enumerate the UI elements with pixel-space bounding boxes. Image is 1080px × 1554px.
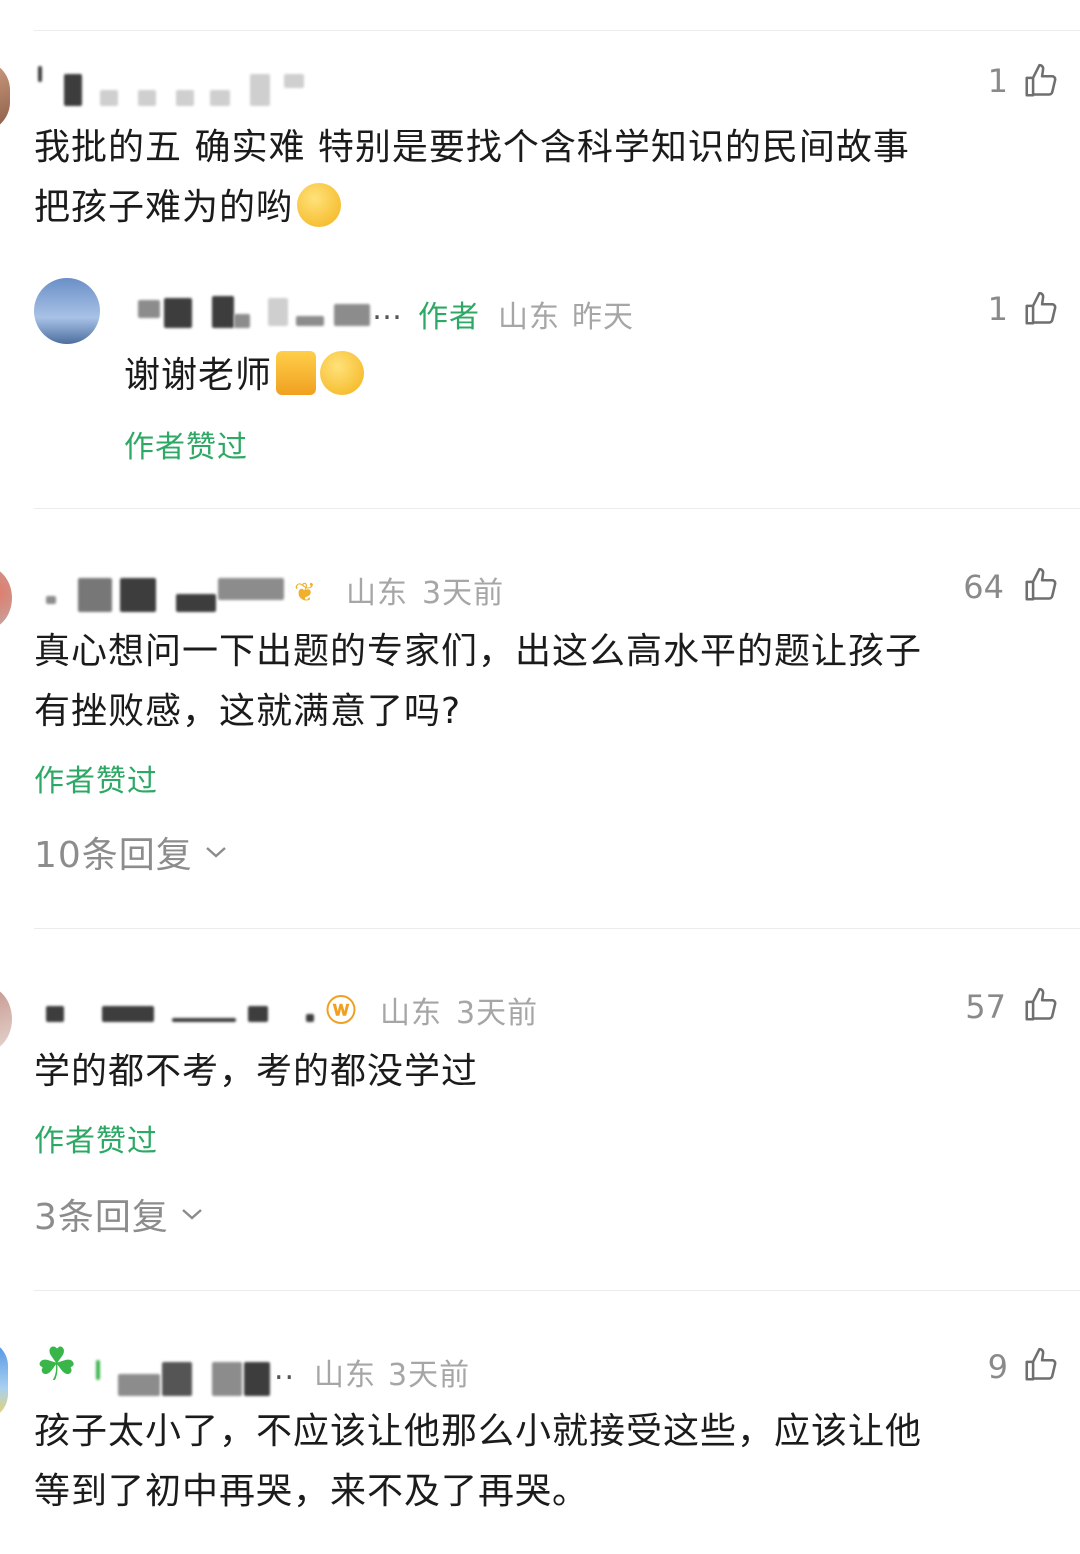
divider <box>34 1290 1080 1291</box>
chevron-down-icon <box>206 847 226 858</box>
view-replies-button[interactable]: 3条回复 <box>34 1188 205 1240</box>
thumbs-up-icon[interactable] <box>1022 986 1060 1024</box>
divider <box>34 508 1080 509</box>
thumbs-up-emoji-icon <box>276 351 317 395</box>
timestamp: 3天前 <box>388 1358 471 1393</box>
replies-label: 10条回复 <box>34 835 193 876</box>
view-replies-button[interactable]: 10条回复 <box>34 826 229 878</box>
like-count: 57 <box>965 988 1006 1026</box>
thumbs-up-icon[interactable] <box>1022 62 1060 100</box>
thumbs-up-icon[interactable] <box>1022 1346 1060 1384</box>
comment-text-line-2: 把孩子难为的哟 <box>34 178 342 238</box>
location: 山东 <box>346 576 408 611</box>
grin-emoji-icon <box>320 351 365 395</box>
avatar[interactable] <box>0 60 10 132</box>
location: 山东 <box>314 1358 376 1393</box>
location: 山东 <box>498 300 560 335</box>
replies-label: 3条回复 <box>34 1197 169 1238</box>
timestamp: 昨天 <box>572 300 634 335</box>
thumbs-up-icon[interactable] <box>1022 290 1060 328</box>
avatar[interactable] <box>0 1340 8 1420</box>
clover-icon: ☘ <box>36 1337 78 1391</box>
divider <box>34 928 1080 929</box>
reply-text: 谢谢老师 <box>124 346 365 406</box>
avatar[interactable] <box>0 566 12 630</box>
timestamp: 3天前 <box>456 996 539 1031</box>
avatar[interactable] <box>0 986 12 1052</box>
divider <box>34 30 1080 31</box>
username-ellipsis: … <box>372 292 403 327</box>
username-ellipsis: .. <box>274 1352 296 1387</box>
liked-by-author-label: 作者赞过 <box>124 430 248 465</box>
comment-text-line-1: 我批的五 确实难 特别是要找个含科学知识的民间故事 <box>34 127 910 168</box>
vip-badge-icon: ⓦ <box>326 994 356 1029</box>
comment-text-line-2: 有挫败感，这就满意了吗? <box>34 691 462 732</box>
liked-by-author-label: 作者赞过 <box>34 1124 158 1159</box>
author-avatar[interactable] <box>34 278 100 344</box>
thumbs-up-icon[interactable] <box>1022 566 1060 604</box>
comment-text-line-1: 学的都不考，考的都没学过 <box>34 1051 479 1092</box>
like-count: 64 <box>963 568 1004 606</box>
reply-text-content: 谢谢老师 <box>124 355 273 396</box>
comment-text-line-1: 真心想问一下出题的专家们，出这么高水平的题让孩子 <box>34 631 923 672</box>
comment-text-line-1: 孩子太小了，不应该让他那么小就接受这些，应该让他 <box>34 1411 923 1452</box>
like-count: 1 <box>987 62 1008 100</box>
location: 山东 <box>380 996 442 1031</box>
facepalm-laugh-emoji-icon <box>297 183 342 227</box>
like-count: 1 <box>987 290 1008 328</box>
crown-badge-icon: ❦ <box>294 578 316 608</box>
author-tag: 作者 <box>418 300 480 335</box>
comment-text: 把孩子难为的哟 <box>34 187 294 228</box>
like-count: 9 <box>987 1348 1008 1386</box>
timestamp: 3天前 <box>422 576 505 611</box>
liked-by-author-label: 作者赞过 <box>34 764 158 799</box>
chevron-down-icon <box>182 1209 202 1220</box>
comment-text-line-2: 等到了初中再哭，来不及了再哭。 <box>34 1471 590 1512</box>
